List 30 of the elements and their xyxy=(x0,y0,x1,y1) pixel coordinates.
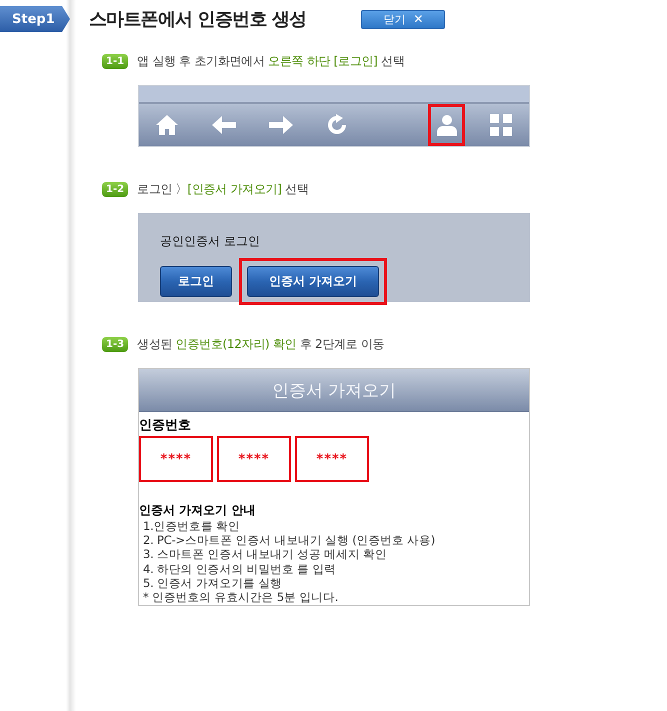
guide-line: 5. 인증서 가져오기를 실행 xyxy=(142,576,283,590)
button[interactable]: 로그인 xyxy=(160,266,232,297)
home-icon[interactable] xyxy=(154,114,179,136)
code-box: **** xyxy=(217,436,291,482)
step-badge: 1-1 xyxy=(102,54,128,68)
code-label: 인증번호 xyxy=(139,417,191,434)
code-box: **** xyxy=(139,436,213,482)
step-badge: 1-2 xyxy=(102,182,128,196)
button[interactable]: 인증서 가져오기 xyxy=(247,266,379,297)
guide-line: * 인증번호의 유효시간은 5분 입니다. xyxy=(142,590,340,604)
close-icon: ✕ xyxy=(413,12,424,26)
step-instruction: 생성된 인증번호(12자리) 확인 후 2단계로 이동 xyxy=(137,336,384,352)
page-title: 스마트폰에서 인증번호 생성 xyxy=(89,8,306,31)
forward-arrow-icon[interactable] xyxy=(268,115,294,135)
user-icon[interactable] xyxy=(436,114,458,136)
guide-line: 4. 하단의 인증서의 비밀번호 를 입력 xyxy=(142,562,338,576)
guide-title: 인증서 가져오기 안내 xyxy=(139,502,256,519)
step-badge: 1-3 xyxy=(102,336,128,352)
panel-title: 인증서 가져오기 xyxy=(272,380,396,402)
back-arrow-icon[interactable] xyxy=(211,115,238,135)
guide-line: 1.인증번호를 확인 xyxy=(142,519,241,534)
guide-line: 3. 스마트폰 인증서 내보내기 성공 메세지 확인 xyxy=(142,547,388,562)
grid-icon[interactable] xyxy=(490,114,512,136)
step-instruction: 로그인 〉[인증서 가져오기] 선택 xyxy=(137,180,309,198)
refresh-icon[interactable] xyxy=(326,114,348,136)
code-box: **** xyxy=(295,436,369,482)
panel-heading: 공인인증서 로그인 xyxy=(160,233,260,250)
guide-line: 2. PC->스마트폰 인증서 내보내기 실행 (인증번호 사용) xyxy=(142,533,436,548)
close-button[interactable]: 닫기 ✕ xyxy=(361,10,446,28)
step-instruction: 앱 실행 후 초기화면에서 오른쪽 하단 [로그인] 선택 xyxy=(137,52,404,70)
